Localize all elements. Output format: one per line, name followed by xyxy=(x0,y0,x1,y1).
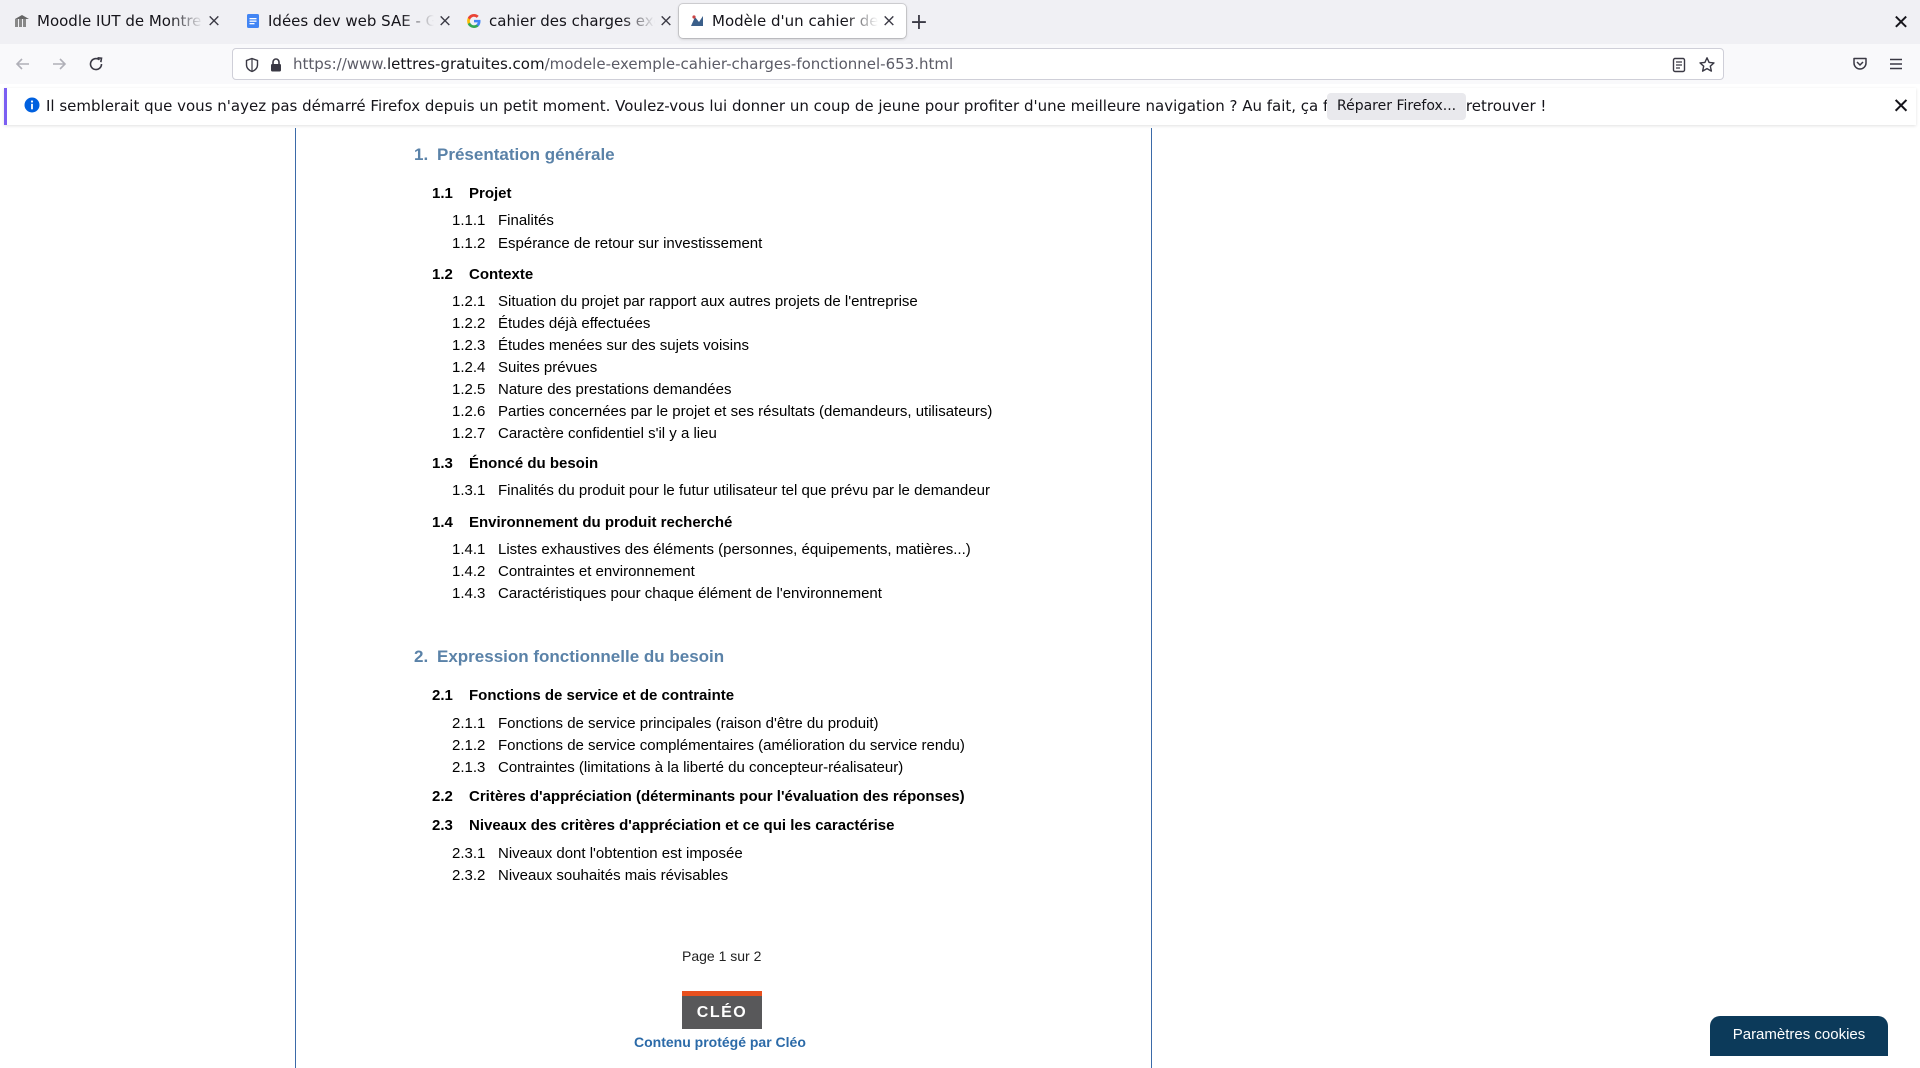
toc-item-label: Niveaux dont l'obtention est imposée xyxy=(498,845,743,862)
page-indicator: Page 1 sur 2 xyxy=(682,948,762,964)
toc-item-number: 2.1.1 xyxy=(452,715,486,732)
toc-item-label: Contraintes (limitations à la liberté du… xyxy=(498,759,904,776)
tab-strip: Moodle IUT de Montreuil × Idées dev web … xyxy=(0,0,1920,45)
site-favicon-icon xyxy=(689,13,705,29)
subsection-number: 1.4 xyxy=(432,514,453,531)
google-docs-icon xyxy=(245,13,261,29)
subsection-title: Environnement du produit recherché xyxy=(469,514,733,531)
toc-item-label: Fonctions de service principales (raison… xyxy=(498,715,879,732)
hamburger-menu-icon[interactable] xyxy=(1884,52,1908,76)
reload-icon[interactable] xyxy=(84,52,108,76)
toc-item-number: 1.2.1 xyxy=(452,293,486,310)
toc-item-label: Situation du projet par rapport aux autr… xyxy=(498,293,918,310)
window-close-icon[interactable]: ✕ xyxy=(1888,9,1914,35)
close-tab-icon[interactable]: × xyxy=(203,10,225,32)
tab-title: cahier des charges exemple xyxy=(489,12,655,30)
toc-item-label: Fonctions de service complémentaires (am… xyxy=(498,737,965,754)
section-number: 2. xyxy=(414,647,429,666)
toc-item-label: Espérance de retour sur investissement xyxy=(498,235,763,252)
subsection-number: 1.1 xyxy=(432,185,453,202)
url-scheme: https://www. xyxy=(293,55,387,73)
close-tab-icon[interactable]: × xyxy=(655,10,677,32)
toc-item-label: Niveaux souhaités mais révisables xyxy=(498,867,729,884)
url-host: lettres-gratuites.com xyxy=(386,55,545,73)
tab-title: Modèle d'un cahier des charges xyxy=(712,12,878,30)
toc-item-number: 2.3.1 xyxy=(452,845,486,862)
toc-item-label: Caractère confidentiel s'il y a lieu xyxy=(498,425,717,442)
url-path: /modele-exemple-cahier-charges-fonctionn… xyxy=(544,55,954,73)
new-tab-icon[interactable]: + xyxy=(906,9,932,35)
tab-title: Moodle IUT de Montreuil xyxy=(37,12,203,30)
subsection-number: 2.2 xyxy=(432,788,453,805)
subsection-title: Fonctions de service et de contrainte xyxy=(469,687,735,704)
subsection-number: 1.2 xyxy=(432,266,453,283)
section-number: 1. xyxy=(414,145,429,164)
tab-google-search[interactable]: cahier des charges exemple × xyxy=(456,4,683,38)
forward-arrow-icon[interactable] xyxy=(47,52,71,76)
notification-bar: Il semblerait que vous n'ayez pas démarr… xyxy=(4,88,1916,125)
toc-item-number: 1.2.6 xyxy=(452,403,486,420)
toc-item-number: 1.2.3 xyxy=(452,337,486,354)
cleo-protection-link[interactable]: Contenu protégé par Cléo xyxy=(634,1034,806,1050)
toc-item-label: Études déjà effectuées xyxy=(498,315,651,332)
toc-item-number: 1.2.7 xyxy=(452,425,486,442)
section-title: Présentation générale xyxy=(437,145,615,164)
tab-moodle[interactable]: Moodle IUT de Montreuil × xyxy=(4,4,231,38)
bookmark-star-icon[interactable] xyxy=(1697,55,1717,75)
tab-google-docs[interactable]: Idées dev web SAE - Google Docs × xyxy=(235,4,462,38)
close-notification-icon[interactable]: ✕ xyxy=(1889,94,1913,118)
reader-view-icon[interactable] xyxy=(1669,55,1689,75)
navigation-bar: https://www.lettres-gratuites.com/modele… xyxy=(0,44,1920,84)
notification-message: Il semblerait que vous n'ayez pas démarr… xyxy=(46,97,1547,115)
subsection-title: Contexte xyxy=(469,266,534,283)
subsection-title: Niveaux des critères d'appréciation et c… xyxy=(469,817,895,834)
toc-item-label: Parties concernées par le projet et ses … xyxy=(498,403,993,420)
subsection-title: Énoncé du besoin xyxy=(469,455,599,472)
lock-icon[interactable] xyxy=(266,55,286,75)
toc-item-number: 1.2.5 xyxy=(452,381,486,398)
toc-item-label: Suites prévues xyxy=(498,359,598,376)
moodle-icon xyxy=(14,13,30,29)
toc-item-number: 1.4.3 xyxy=(452,585,486,602)
subsection-title: Critères d'appréciation (déterminants po… xyxy=(469,788,965,805)
close-tab-icon[interactable]: × xyxy=(878,10,900,32)
url-text[interactable]: https://www.lettres-gratuites.com/modele… xyxy=(293,49,953,79)
subsection-number: 1.3 xyxy=(432,455,453,472)
close-tab-icon[interactable]: × xyxy=(434,10,456,32)
toc-item-label: Finalités du produit pour le futur utili… xyxy=(498,482,990,499)
toc-item-label: Contraintes et environnement xyxy=(498,563,695,580)
toc-item-number: 1.4.2 xyxy=(452,563,486,580)
toc-item-number: 2.1.3 xyxy=(452,759,486,776)
google-icon xyxy=(466,13,482,29)
pocket-icon[interactable] xyxy=(1848,52,1872,76)
toc-item-number: 1.1.1 xyxy=(452,212,486,229)
toc-item-number: 1.3.1 xyxy=(452,482,486,499)
toc-item-number: 1.1.2 xyxy=(452,235,486,252)
toc-item-label: Finalités xyxy=(498,212,554,229)
subsection-title: Projet xyxy=(469,185,512,202)
url-bar[interactable]: https://www.lettres-gratuites.com/modele… xyxy=(232,48,1724,80)
info-icon xyxy=(24,97,42,115)
repair-firefox-button[interactable]: Réparer Firefox... xyxy=(1327,93,1467,120)
cookie-settings-button[interactable]: Paramètres cookies xyxy=(1710,1016,1888,1056)
toc-item-label: Études menées sur des sujets voisins xyxy=(498,337,749,354)
toc-item-number: 2.3.2 xyxy=(452,867,486,884)
tab-active-lettres-gratuites[interactable]: Modèle d'un cahier des charges × xyxy=(679,4,906,38)
back-arrow-icon[interactable] xyxy=(11,52,35,76)
subsection-number: 2.3 xyxy=(432,817,453,834)
toc-item-label: Caractéristiques pour chaque élément de … xyxy=(498,585,882,602)
tracking-protection-shield-icon[interactable] xyxy=(242,55,262,75)
toc-item-number: 1.2.4 xyxy=(452,359,486,376)
subsection-number: 2.1 xyxy=(432,687,453,704)
cleo-logo[interactable]: CLÉO xyxy=(682,991,762,1029)
toc-item-label: Listes exhaustives des éléments (personn… xyxy=(498,541,971,558)
toc-item-number: 2.1.2 xyxy=(452,737,486,754)
section-title: Expression fonctionnelle du besoin xyxy=(437,647,725,666)
tab-title: Idées dev web SAE - Google Docs xyxy=(268,12,434,30)
toc-item-number: 1.4.1 xyxy=(452,541,486,558)
toc-item-label: Nature des prestations demandées xyxy=(498,381,732,398)
toc-item-number: 1.2.2 xyxy=(452,315,486,332)
